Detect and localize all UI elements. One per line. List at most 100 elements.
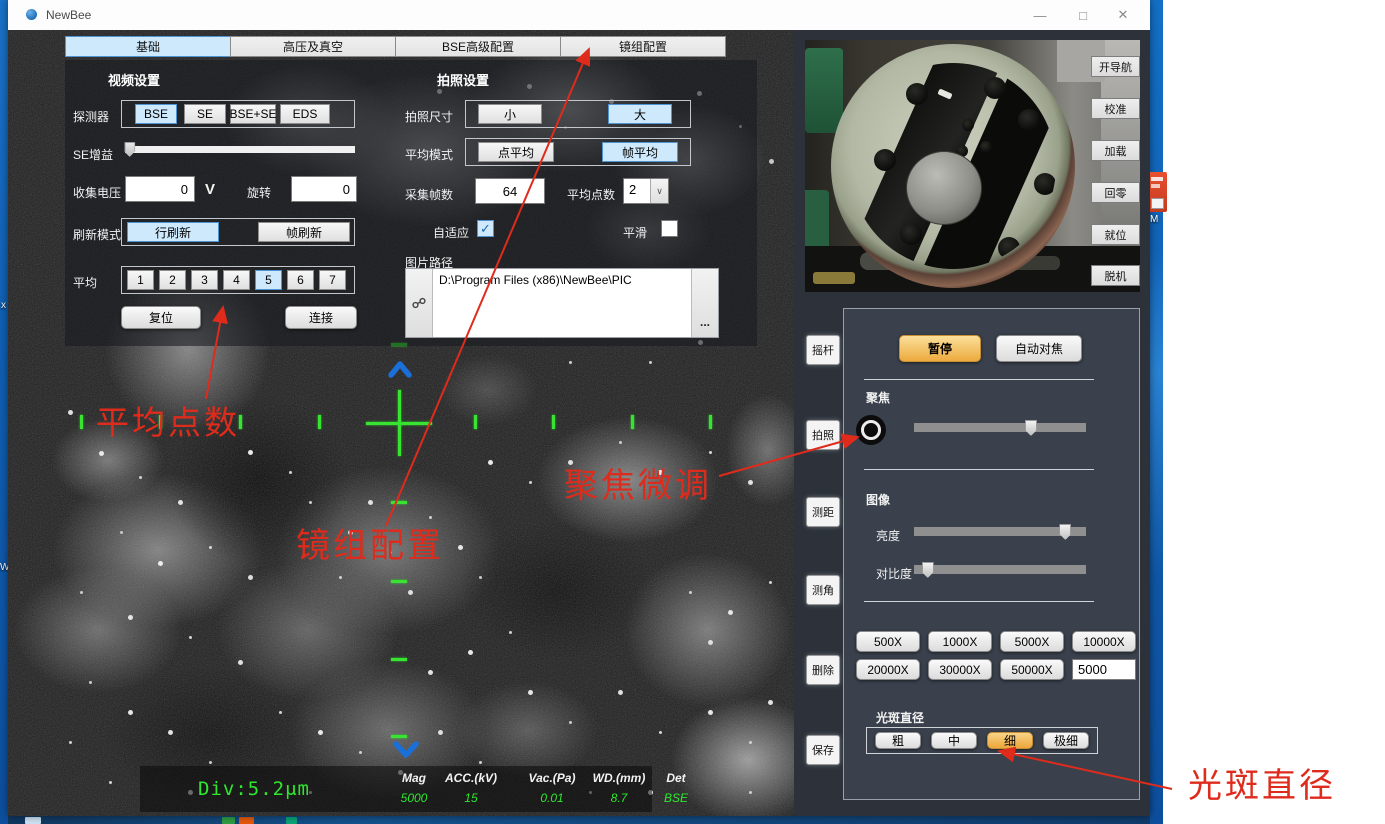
- adaptive-checkbox[interactable]: ✓: [477, 220, 494, 237]
- nav-open-button[interactable]: 开导航: [1091, 56, 1140, 77]
- status-col-mag: Mag5000: [386, 766, 442, 812]
- tool-save-button[interactable]: 保存: [806, 735, 840, 765]
- ruler-tick: [318, 415, 321, 429]
- mag-30000x-button[interactable]: 30000X: [928, 659, 992, 680]
- browse-path-icon[interactable]: [406, 269, 432, 337]
- average-1-button[interactable]: 1: [127, 270, 154, 290]
- mag-500x-button[interactable]: 500X: [856, 631, 920, 652]
- tool-snapshot-button[interactable]: 拍照: [806, 420, 840, 450]
- detector-bse-button[interactable]: BSE: [135, 104, 177, 124]
- refresh-frame-button[interactable]: 帧刷新: [258, 222, 350, 242]
- average-7-button[interactable]: 7: [319, 270, 346, 290]
- smooth-checkbox[interactable]: [661, 220, 678, 237]
- desktop-app-icon[interactable]: [1148, 172, 1167, 212]
- desktop-right-strip: [1150, 0, 1163, 824]
- contrast-slider[interactable]: [914, 561, 1086, 579]
- contrast-label: 对比度: [876, 565, 912, 582]
- mag-50000x-button[interactable]: 50000X: [1000, 659, 1064, 680]
- adaptive-label: 自适应: [433, 224, 469, 241]
- ruler-tick: [80, 415, 83, 429]
- sample-stage-face: [850, 63, 1056, 269]
- spot-diameter-group: 粗 中 细 极细: [866, 727, 1098, 754]
- rotate-input[interactable]: 0: [291, 176, 357, 202]
- control-panel: 暂停 自动对焦 聚焦 图像 亮度 对比度 500X 1000X 5000X 10…: [843, 308, 1140, 800]
- nav-calibrate-button[interactable]: 校准: [1091, 98, 1140, 119]
- nav-zero-button[interactable]: 回零: [1091, 182, 1140, 203]
- desktop-icon-label-fragment: x: [1, 300, 6, 311]
- average-5-button[interactable]: 5: [255, 270, 282, 290]
- tab-hv-vacuum[interactable]: 高压及真空: [230, 36, 396, 57]
- tool-measure-distance-button[interactable]: 测距: [806, 497, 840, 527]
- window-title: NewBee: [46, 8, 91, 22]
- chevron-down-icon[interactable]: ∨: [650, 179, 668, 203]
- collect-voltage-input[interactable]: 0: [125, 176, 195, 202]
- average-6-button[interactable]: 6: [287, 270, 314, 290]
- stage-hole: [1018, 109, 1040, 131]
- size-large-button[interactable]: 大: [608, 104, 672, 124]
- avg-point-button[interactable]: 点平均: [478, 142, 554, 162]
- se-gain-slider[interactable]: [125, 141, 355, 159]
- mag-1000x-button[interactable]: 1000X: [928, 631, 992, 652]
- average-3-button[interactable]: 3: [191, 270, 218, 290]
- tool-measure-angle-button[interactable]: 测角: [806, 575, 840, 605]
- titlebar: NewBee — □ ✕: [8, 0, 1150, 30]
- tab-bse-advanced[interactable]: BSE高级配置: [395, 36, 561, 57]
- refresh-mode-group: 行刷新 帧刷新: [121, 218, 355, 246]
- nav-offline-button[interactable]: 脱机: [1091, 265, 1140, 286]
- mag-value-input[interactable]: 5000: [1072, 659, 1136, 680]
- maximize-button[interactable]: □: [1066, 0, 1100, 30]
- tab-basic[interactable]: 基础: [65, 36, 231, 57]
- spot-extrafine-button[interactable]: 极细: [1043, 732, 1089, 749]
- reset-button[interactable]: 复位: [121, 306, 201, 329]
- path-value[interactable]: D:\Program Files (x86)\NewBee\PIC: [432, 269, 692, 337]
- ruler-tick: [552, 415, 555, 429]
- connect-button[interactable]: 连接: [285, 306, 357, 329]
- detector-se-button[interactable]: SE: [184, 104, 226, 124]
- frames-input[interactable]: 64: [475, 178, 545, 204]
- detector-group: BSE SE BSE+SE EDS: [121, 100, 355, 128]
- spot-coarse-button[interactable]: 粗: [875, 732, 921, 749]
- detector-bse-se-button[interactable]: BSE+SE: [230, 104, 276, 124]
- avg-mode-group: 点平均 帧平均: [465, 138, 691, 166]
- stage-hole: [998, 237, 1020, 259]
- image-section-label: 图像: [866, 491, 890, 508]
- close-button[interactable]: ✕: [1106, 0, 1140, 30]
- focus-knob[interactable]: [856, 415, 886, 445]
- check-icon: ✓: [480, 221, 491, 237]
- divider: [864, 469, 1094, 470]
- avg-frame-button[interactable]: 帧平均: [602, 142, 678, 162]
- spot-fine-button[interactable]: 细: [987, 732, 1033, 749]
- collect-voltage-label: 收集电压: [73, 184, 121, 201]
- avg-mode-label: 平均模式: [405, 146, 453, 163]
- taskbar-icon[interactable]: [239, 817, 254, 824]
- taskbar-icon[interactable]: [222, 817, 235, 824]
- voltage-unit-label: V: [205, 181, 215, 198]
- avg-points-dropdown[interactable]: 2 ∨: [623, 178, 669, 204]
- average-2-button[interactable]: 2: [159, 270, 186, 290]
- tool-delete-button[interactable]: 删除: [806, 655, 840, 685]
- annotation-spot-diameter: 光斑直径: [1188, 758, 1336, 807]
- pause-button[interactable]: 暂停: [899, 335, 981, 362]
- mag-20000x-button[interactable]: 20000X: [856, 659, 920, 680]
- average-4-button[interactable]: 4: [223, 270, 250, 290]
- tool-joystick-button[interactable]: 摇杆: [806, 335, 840, 365]
- brightness-slider[interactable]: [914, 523, 1086, 541]
- size-small-button[interactable]: 小: [478, 104, 542, 124]
- refresh-line-button[interactable]: 行刷新: [127, 222, 219, 242]
- nav-load-button[interactable]: 加载: [1091, 140, 1140, 161]
- focus-slider[interactable]: [914, 419, 1086, 437]
- mag-5000x-button[interactable]: 5000X: [1000, 631, 1064, 652]
- minimize-button[interactable]: —: [1023, 0, 1057, 30]
- taskbar-icon[interactable]: [25, 817, 41, 824]
- refresh-mode-label: 刷新模式: [73, 226, 121, 243]
- right-panel: 开导航 校准 加载 回零 就位 脱机 摇杆 拍照 测距 测角 删除 保存 暂停 …: [794, 30, 1150, 816]
- detector-eds-button[interactable]: EDS: [280, 104, 330, 124]
- nav-inposition-button[interactable]: 就位: [1091, 224, 1140, 245]
- mag-10000x-button[interactable]: 10000X: [1072, 631, 1136, 652]
- taskbar-icon[interactable]: [286, 817, 297, 824]
- browse-button[interactable]: ...: [692, 269, 718, 337]
- tab-lens-config[interactable]: 镜组配置: [560, 36, 726, 57]
- spot-medium-button[interactable]: 中: [931, 732, 977, 749]
- annotation-avg-points: 平均点数: [96, 396, 240, 444]
- autofocus-button[interactable]: 自动对焦: [996, 335, 1082, 362]
